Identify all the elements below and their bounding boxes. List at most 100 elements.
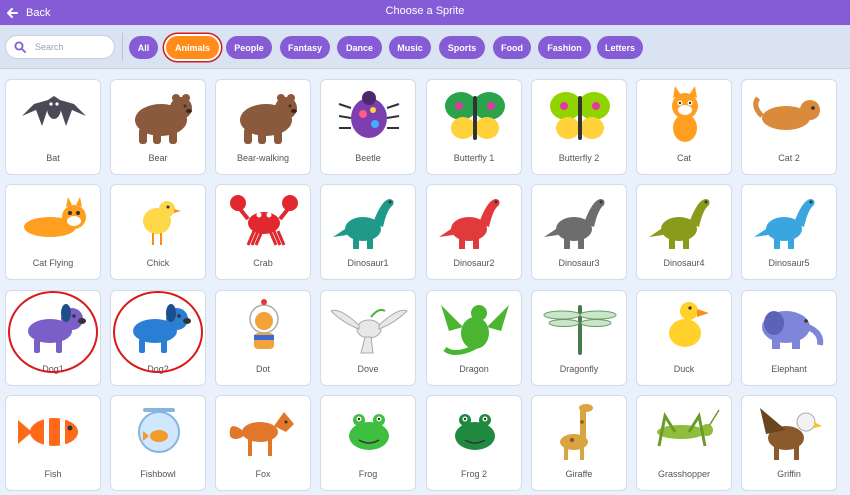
sprite-label: Dinosaur1 <box>347 258 389 268</box>
dinosaur3-icon <box>544 199 605 249</box>
sprite-label: Elephant <box>771 364 807 374</box>
sprite-label: Fox <box>255 469 271 479</box>
beetle-icon <box>338 91 400 138</box>
tag-label: Animals <box>174 42 210 53</box>
sprite-card[interactable]: Fish <box>5 395 101 491</box>
tag-letters[interactable]: Letters <box>597 36 643 59</box>
butterfly-2-icon <box>550 92 610 140</box>
sprite-label: Cat <box>676 153 691 163</box>
sprite-card[interactable]: Butterfly 1 <box>426 79 522 175</box>
sprite-card[interactable]: Beetle <box>320 79 416 175</box>
tag-label: Fashion <box>547 42 582 53</box>
sprite-card[interactable]: Dragonfly <box>531 290 627 386</box>
sprite-card[interactable]: Dinosaur2 <box>426 184 522 280</box>
sprite-card[interactable]: Elephant <box>741 290 837 386</box>
sprite-card[interactable]: Dinosaur3 <box>531 184 627 280</box>
dragonfly-icon <box>543 305 617 355</box>
cat-icon <box>672 86 698 142</box>
cat-2-icon <box>753 96 820 130</box>
sprite-card[interactable]: Giraffe <box>531 395 627 491</box>
sprite-card[interactable]: Dove <box>320 290 416 386</box>
tag-animals[interactable]: Animals <box>166 36 219 59</box>
sprite-card[interactable]: Butterfly 2 <box>531 79 627 175</box>
sprite-label: Dog2 <box>147 364 169 374</box>
giraffe-icon <box>560 404 593 460</box>
sprite-label: Giraffe <box>565 469 593 479</box>
frog-icon <box>349 414 389 450</box>
sprite-card[interactable]: Cat <box>636 79 732 175</box>
dinosaur2-icon <box>439 199 500 249</box>
tag-fashion[interactable]: Fashion <box>538 36 591 59</box>
sprite-label: Dragon <box>459 364 489 374</box>
sprite-card[interactable]: Dinosaur5 <box>741 184 837 280</box>
search-box[interactable] <box>5 35 115 59</box>
sprite-label: Dog1 <box>42 364 64 374</box>
page-title: Choose a Sprite <box>385 5 465 17</box>
sprite-card[interactable]: Dinosaur1 <box>320 184 416 280</box>
sprite-label: Butterfly 2 <box>558 153 600 163</box>
sprite-label: Bat <box>46 153 60 163</box>
chick-icon <box>143 201 181 245</box>
sprite-label: Bear-walking <box>236 153 290 163</box>
sprite-card[interactable]: Cat Flying <box>5 184 101 280</box>
sprite-label: Butterfly 1 <box>453 153 495 163</box>
fox-icon <box>229 412 294 456</box>
search-input[interactable] <box>35 42 105 52</box>
sprite-label: Frog <box>358 469 378 479</box>
sprite-card[interactable]: Dog2 <box>110 290 206 386</box>
sprite-card[interactable]: Griffin <box>741 395 837 491</box>
tag-label: Music <box>397 42 423 53</box>
sprite-label: Cat 2 <box>778 153 800 163</box>
sprite-card[interactable]: Bear-walking <box>215 79 311 175</box>
grasshopper-icon <box>657 409 720 447</box>
fish-icon <box>18 418 78 446</box>
tag-music[interactable]: Music <box>389 36 431 59</box>
sprite-label: Frog 2 <box>460 469 487 479</box>
tag-people[interactable]: People <box>226 36 272 59</box>
sprite-card[interactable]: Fishbowl <box>110 395 206 491</box>
sprite-label: Dinosaur5 <box>768 258 810 268</box>
sprite-card[interactable]: Frog <box>320 395 416 491</box>
tag-food[interactable]: Food <box>493 36 531 59</box>
tag-fantasy[interactable]: Fantasy <box>280 36 330 59</box>
sprite-card[interactable]: Dinosaur4 <box>636 184 732 280</box>
frog-2-icon <box>455 414 495 450</box>
sprite-label: Dot <box>255 364 270 374</box>
sprite-label: Bear <box>148 153 168 163</box>
sprite-card[interactable]: Bat <box>5 79 101 175</box>
tag-sports[interactable]: Sports <box>439 36 485 59</box>
tag-label: People <box>234 42 264 53</box>
sprite-grid: Bat Bear Bear-walking Beetle Butterfly 1 Butt… <box>0 70 850 495</box>
sprite-card[interactable]: Bear <box>110 79 206 175</box>
dog2-icon <box>133 304 191 353</box>
sprite-label: Duck <box>673 364 695 374</box>
cat-flying-icon <box>24 197 86 237</box>
dog1-icon <box>28 304 86 353</box>
tag-label: Dance <box>345 42 373 53</box>
sprite-card[interactable]: Fox <box>215 395 311 491</box>
sprite-card[interactable]: Frog 2 <box>426 395 522 491</box>
sprite-label: Griffin <box>777 469 801 479</box>
sprite-label: Cat Flying <box>32 258 74 268</box>
tag-dance[interactable]: Dance <box>337 36 382 59</box>
griffin-icon <box>760 408 822 460</box>
sprite-card[interactable]: Crab <box>215 184 311 280</box>
sprite-label: Dinosaur3 <box>558 258 600 268</box>
dinosaur4-icon <box>649 199 710 249</box>
tag-all[interactable]: All <box>129 36 158 59</box>
sprite-label: Dinosaur4 <box>663 258 705 268</box>
sprite-label: Beetle <box>355 153 381 163</box>
bear-icon <box>135 94 192 144</box>
sprite-card[interactable]: Grasshopper <box>636 395 732 491</box>
sprite-card[interactable]: Duck <box>636 290 732 386</box>
filter-bar: All Animals People Fantasy Dance Music S… <box>0 25 850 69</box>
sprite-card[interactable]: Cat 2 <box>741 79 837 175</box>
sprite-card[interactable]: Dog1 <box>5 290 101 386</box>
sprite-card[interactable]: Chick <box>110 184 206 280</box>
sprite-label: Grasshopper <box>657 469 711 479</box>
sprite-card[interactable]: Dot <box>215 290 311 386</box>
elephant-icon <box>762 311 824 349</box>
sprite-card[interactable]: Dragon <box>426 290 522 386</box>
dinosaur1-icon <box>333 199 394 249</box>
sprite-label: Fish <box>44 469 62 479</box>
